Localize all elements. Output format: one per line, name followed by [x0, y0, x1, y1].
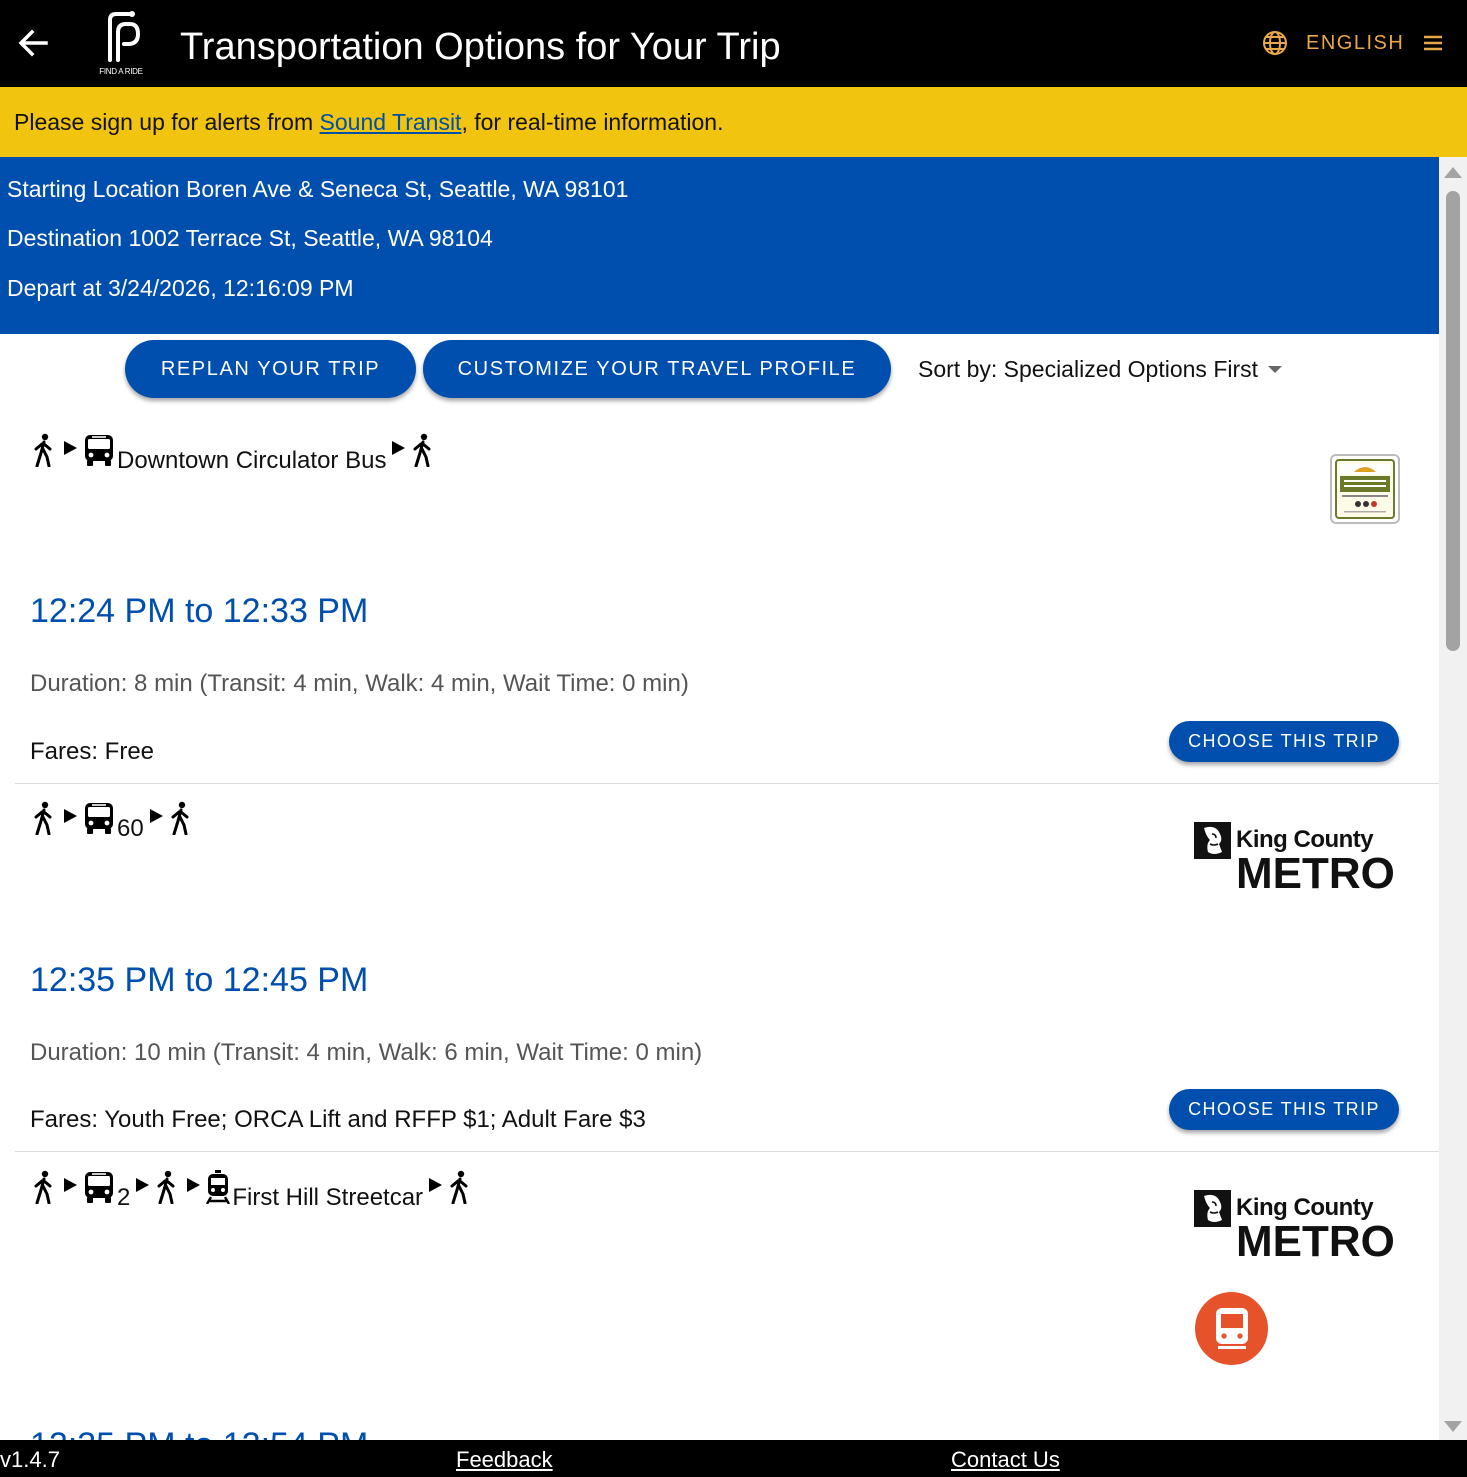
bus-icon — [83, 801, 115, 835]
scroll-down-icon[interactable] — [1444, 1421, 1462, 1432]
logo-text: FIND A RIDE — [99, 67, 143, 76]
walk-icon — [30, 433, 58, 467]
sort-select[interactable]: Sort by: Specialized Options First — [918, 356, 1283, 383]
walk-icon — [30, 801, 58, 835]
replan-trip-button[interactable]: REPLAN YOUR TRIP — [125, 340, 416, 398]
arrow-right-icon — [149, 809, 163, 823]
globe-icon — [1263, 31, 1287, 55]
divider — [15, 783, 1439, 784]
trip-summary-panel: Starting Location Boren Ave & Seneca St,… — [0, 157, 1439, 334]
alert-banner: Please sign up for alerts from Sound Tra… — [0, 87, 1467, 157]
language-label: ENGLISH — [1306, 31, 1405, 54]
trip-2-legs: 60 — [30, 798, 195, 842]
find-a-ride-logo[interactable]: FIND A RIDE — [98, 10, 144, 76]
arrow-right-icon — [187, 1178, 201, 1192]
trip-time: 12:24 PM to 12:33 PM — [30, 592, 369, 630]
feedback-link[interactable]: Feedback — [456, 1447, 553, 1473]
king-county-metro-logo: King County METRO — [1194, 822, 1404, 896]
route-label: 2 — [117, 1184, 131, 1211]
trip-fares: Fares: Free — [30, 738, 155, 765]
provider-name-secondary: METRO — [1236, 849, 1395, 898]
app-header: FIND A RIDE Transportation Options for Y… — [0, 0, 1467, 87]
walk-icon — [446, 1170, 474, 1204]
route-label: 60 — [117, 815, 144, 842]
provider-name-secondary: METRO — [1236, 1217, 1395, 1266]
walk-icon — [167, 801, 195, 835]
back-arrow-icon[interactable] — [14, 24, 52, 62]
footer: v1.4.7 Feedback Contact Us — [0, 1440, 1467, 1477]
arrow-right-icon — [429, 1178, 443, 1192]
alert-prefix: Please sign up for alerts from — [14, 109, 320, 135]
divider — [15, 1151, 1439, 1152]
menu-icon[interactable] — [1422, 34, 1444, 52]
arrow-right-icon — [392, 441, 406, 455]
trip-time: 12:35 PM to 12:45 PM — [30, 961, 369, 999]
arrow-right-icon — [136, 1178, 150, 1192]
sort-label: Sort by: Specialized Options First — [918, 356, 1259, 382]
choose-trip-button[interactable]: CHOOSE THIS TRIP — [1169, 721, 1399, 762]
king-county-metro-emblem-icon — [1194, 1190, 1231, 1227]
trip-fares: Fares: Youth Free; ORCA Lift and RFFP $1… — [30, 1106, 646, 1133]
chevron-down-icon — [1268, 366, 1283, 373]
starting-location: Starting Location Boren Ave & Seneca St,… — [7, 176, 629, 202]
scrollbar-thumb[interactable] — [1446, 191, 1460, 651]
version-label: v1.4.7 — [0, 1447, 60, 1472]
scrollbar[interactable] — [1439, 157, 1467, 1440]
king-county-metro-logo: King County METRO — [1194, 1190, 1404, 1264]
king-county-metro-emblem-icon — [1194, 822, 1231, 859]
page-title: Transportation Options for Your Trip — [180, 26, 781, 68]
trip-duration: Duration: 8 min (Transit: 4 min, Walk: 4… — [30, 670, 689, 697]
route-label: Downtown Circulator Bus — [117, 447, 387, 474]
bus-icon — [83, 1170, 115, 1204]
alert-suffix: , for real-time information. — [461, 109, 724, 135]
language-selector[interactable]: ENGLISH — [1262, 28, 1444, 58]
downtown-circulator-stop-icon — [1330, 454, 1400, 524]
choose-trip-button[interactable]: CHOOSE THIS TRIP — [1169, 1089, 1399, 1130]
trip-1-legs: Downtown Circulator Bus — [30, 430, 437, 474]
contact-us-link[interactable]: Contact Us — [951, 1447, 1060, 1473]
arrow-right-icon — [64, 441, 77, 455]
streetcar-icon — [204, 1170, 232, 1204]
arrow-right-icon — [64, 809, 77, 823]
scroll-up-icon[interactable] — [1444, 167, 1462, 178]
sound-transit-link[interactable]: Sound Transit — [320, 109, 462, 135]
bus-icon — [83, 433, 115, 467]
trip-3-legs: 2 First Hill Streetcar — [30, 1167, 474, 1211]
walk-icon — [153, 1170, 181, 1204]
trip-duration: Duration: 10 min (Transit: 4 min, Walk: … — [30, 1039, 703, 1066]
destination: Destination 1002 Terrace St, Seattle, WA… — [7, 225, 493, 251]
route-label: First Hill Streetcar — [232, 1184, 424, 1211]
arrow-right-icon — [64, 1178, 77, 1192]
streetcar-badge-icon — [1195, 1292, 1268, 1365]
walk-icon — [30, 1170, 58, 1204]
customize-profile-button[interactable]: CUSTOMIZE YOUR TRAVEL PROFILE — [423, 340, 891, 398]
depart-time: Depart at 3/24/2026, 12:16:09 PM — [7, 275, 354, 301]
walk-icon — [409, 433, 437, 467]
